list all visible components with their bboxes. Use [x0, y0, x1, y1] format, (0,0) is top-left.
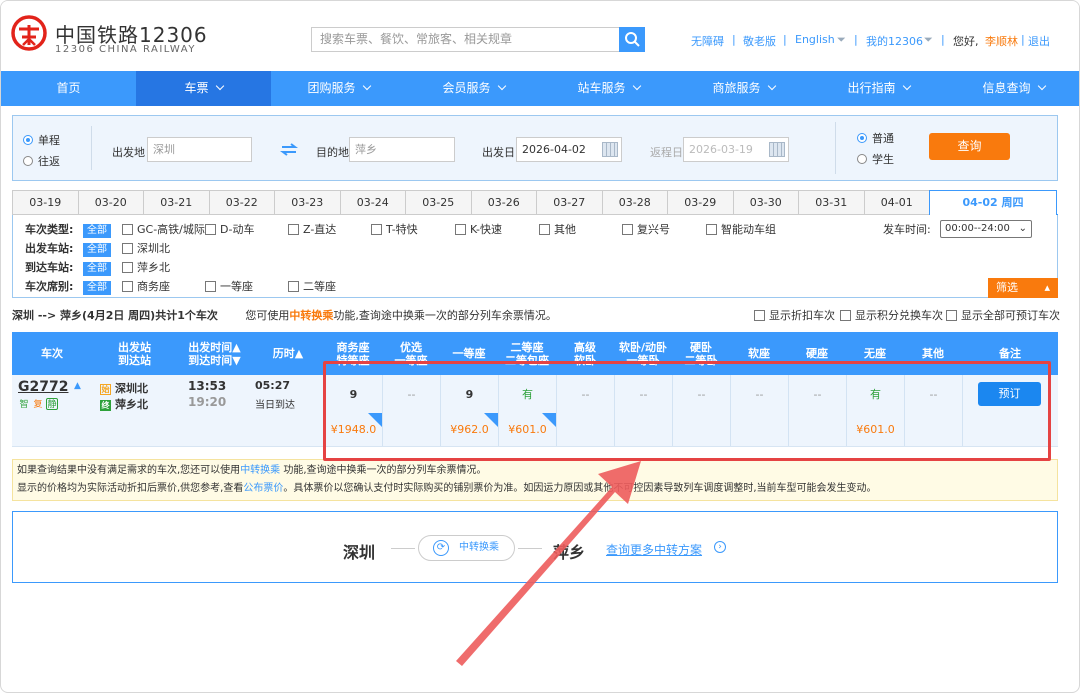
- annotation-arrow-icon: [456, 461, 641, 666]
- browser-page: 中国铁路12306 12306 CHINA RAILWAY 搜索车票、餐饮、常旅…: [0, 0, 1080, 693]
